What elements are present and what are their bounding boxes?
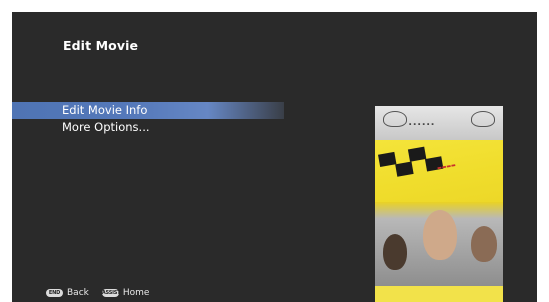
tv-screen: Edit Movie Edit Movie Info More Options.…: [12, 12, 537, 302]
menu-item-edit-movie-info[interactable]: Edit Movie Info: [12, 102, 284, 119]
menu-item-label: Edit Movie Info: [62, 103, 148, 117]
poster-credits-band: [375, 286, 503, 302]
back-hint[interactable]: Back: [67, 288, 89, 298]
movie-poster-image: ▪ ▪ ▪ ▪ ▪ ▪ ▀▄▀▄ ▬▬▬▬: [375, 106, 503, 302]
menu-item-more-options[interactable]: More Options...: [12, 119, 284, 136]
poster-credit-graphic: ▪ ▪ ▪ ▪ ▪ ▪: [409, 122, 435, 126]
poster-header: ▪ ▪ ▪ ▪ ▪ ▪: [375, 106, 503, 140]
person-silhouette: [423, 210, 457, 260]
footer-hints: END Back ASSIST Home: [43, 288, 155, 298]
person-silhouette: [383, 234, 407, 270]
poster-photo: [375, 202, 503, 286]
page-title: Edit Movie: [63, 38, 139, 53]
end-key-icon: END: [46, 289, 63, 297]
menu-list: Edit Movie Info More Options...: [12, 102, 284, 136]
home-hint[interactable]: Home: [123, 288, 150, 298]
person-silhouette: [471, 226, 497, 262]
laurel-icon: [471, 111, 495, 127]
menu-item-label: More Options...: [62, 120, 150, 134]
assist-key-icon: ASSIST: [101, 289, 121, 297]
laurel-icon: [383, 111, 407, 127]
